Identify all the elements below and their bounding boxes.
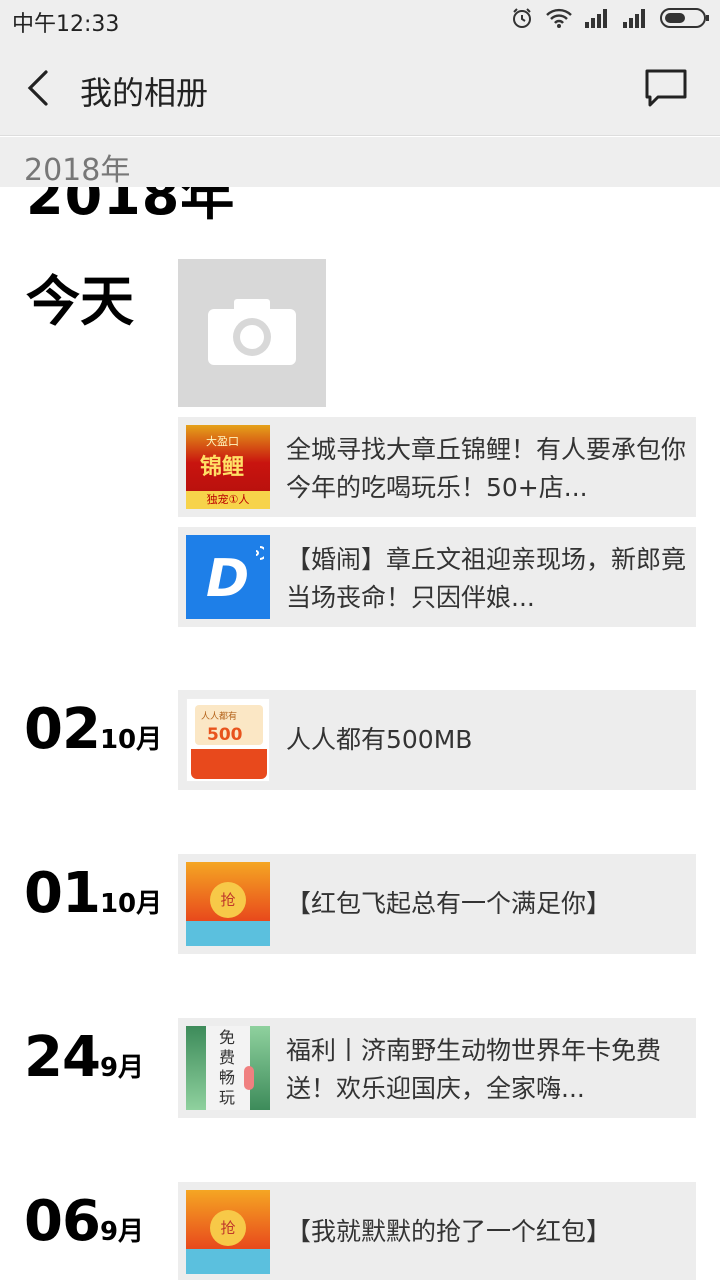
post-month: 9月 <box>99 1053 145 1083</box>
add-photo-button[interactable] <box>178 259 326 407</box>
post-text: 人人都有500MB <box>286 725 473 754</box>
status-time: 中午12:33 <box>12 12 120 37</box>
post-day: 02 <box>24 697 101 762</box>
post-thumbnail: 抢 <box>186 862 270 946</box>
post-card[interactable]: 大盈口 锦鲤 独宠①人 全城寻找大章丘锦鲤！有人要承包你今年的吃喝玩乐！50+店… <box>178 417 696 517</box>
post-date: 249月 <box>24 1025 144 1090</box>
post-day: 01 <box>24 861 101 926</box>
post-month: 9月 <box>99 1217 145 1247</box>
post-month: 10月 <box>99 889 163 919</box>
year-heading: 2018年 <box>26 187 236 227</box>
post-text: 全城寻找大章丘锦鲤！有人要承包你今年的吃喝玩乐！50+店... <box>286 435 687 502</box>
battery-icon <box>660 7 710 33</box>
status-bar: 中午12:33 <box>0 0 720 40</box>
post-card[interactable]: 免费畅玩 福利丨济南野生动物世界年卡免费送！欢乐迎国庆，全家嗨... <box>178 1018 696 1118</box>
post-thumbnail: 人人都有 500 <box>186 698 270 782</box>
post-date: 0210月 <box>24 697 162 762</box>
post-text: 【我就默默的抢了一个红包】 <box>286 1217 612 1246</box>
broadcast-icon <box>255 546 264 560</box>
post-card[interactable]: 人人都有 500 人人都有500MB <box>178 690 696 790</box>
post-text: 福利丨济南野生动物世界年卡免费送！欢乐迎国庆，全家嗨... <box>286 1036 662 1103</box>
post-card[interactable]: 抢 【红包飞起总有一个满足你】 <box>178 854 696 954</box>
post-day: 06 <box>24 1189 101 1254</box>
wifi-icon <box>546 7 572 33</box>
page-title: 我的相册 <box>80 74 209 112</box>
message-button[interactable] <box>644 68 688 108</box>
sticky-year-label: 2018年 <box>24 153 131 188</box>
post-month: 10月 <box>99 725 163 755</box>
app-header: 我的相册 <box>0 40 720 136</box>
signal-icon <box>584 8 610 32</box>
message-icon <box>645 69 687 107</box>
camera-icon <box>208 299 296 365</box>
post-date: 0110月 <box>24 861 162 926</box>
post-thumbnail: 免费畅玩 <box>186 1026 270 1110</box>
signal-icon-2 <box>622 8 648 32</box>
status-icons <box>510 8 710 32</box>
post-thumbnail: 大盈口 锦鲤 独宠①人 <box>186 425 270 509</box>
post-thumbnail: 抢 <box>186 1190 270 1274</box>
album-timeline[interactable]: 2018年 今天 大盈口 锦鲤 独宠①人 全城寻找大章丘锦鲤！有人要承包你今年的… <box>0 187 720 1280</box>
post-thumbnail: D <box>186 535 270 619</box>
back-button[interactable] <box>18 66 62 110</box>
today-label: 今天 <box>26 270 134 333</box>
post-text: 【婚闹】章丘文祖迎亲现场，新郎竟当场丧命！只因伴娘... <box>286 545 687 612</box>
post-card[interactable]: 抢 【我就默默的抢了一个红包】 <box>178 1182 696 1280</box>
post-card[interactable]: D 【婚闹】章丘文祖迎亲现场，新郎竟当场丧命！只因伴娘... <box>178 527 696 627</box>
post-text: 【红包飞起总有一个满足你】 <box>286 889 612 918</box>
post-day: 24 <box>24 1025 101 1090</box>
sticky-year-header: 2018年 <box>0 137 720 188</box>
chevron-left-icon <box>27 70 48 106</box>
alarm-icon <box>510 6 534 34</box>
post-date: 069月 <box>24 1189 144 1254</box>
